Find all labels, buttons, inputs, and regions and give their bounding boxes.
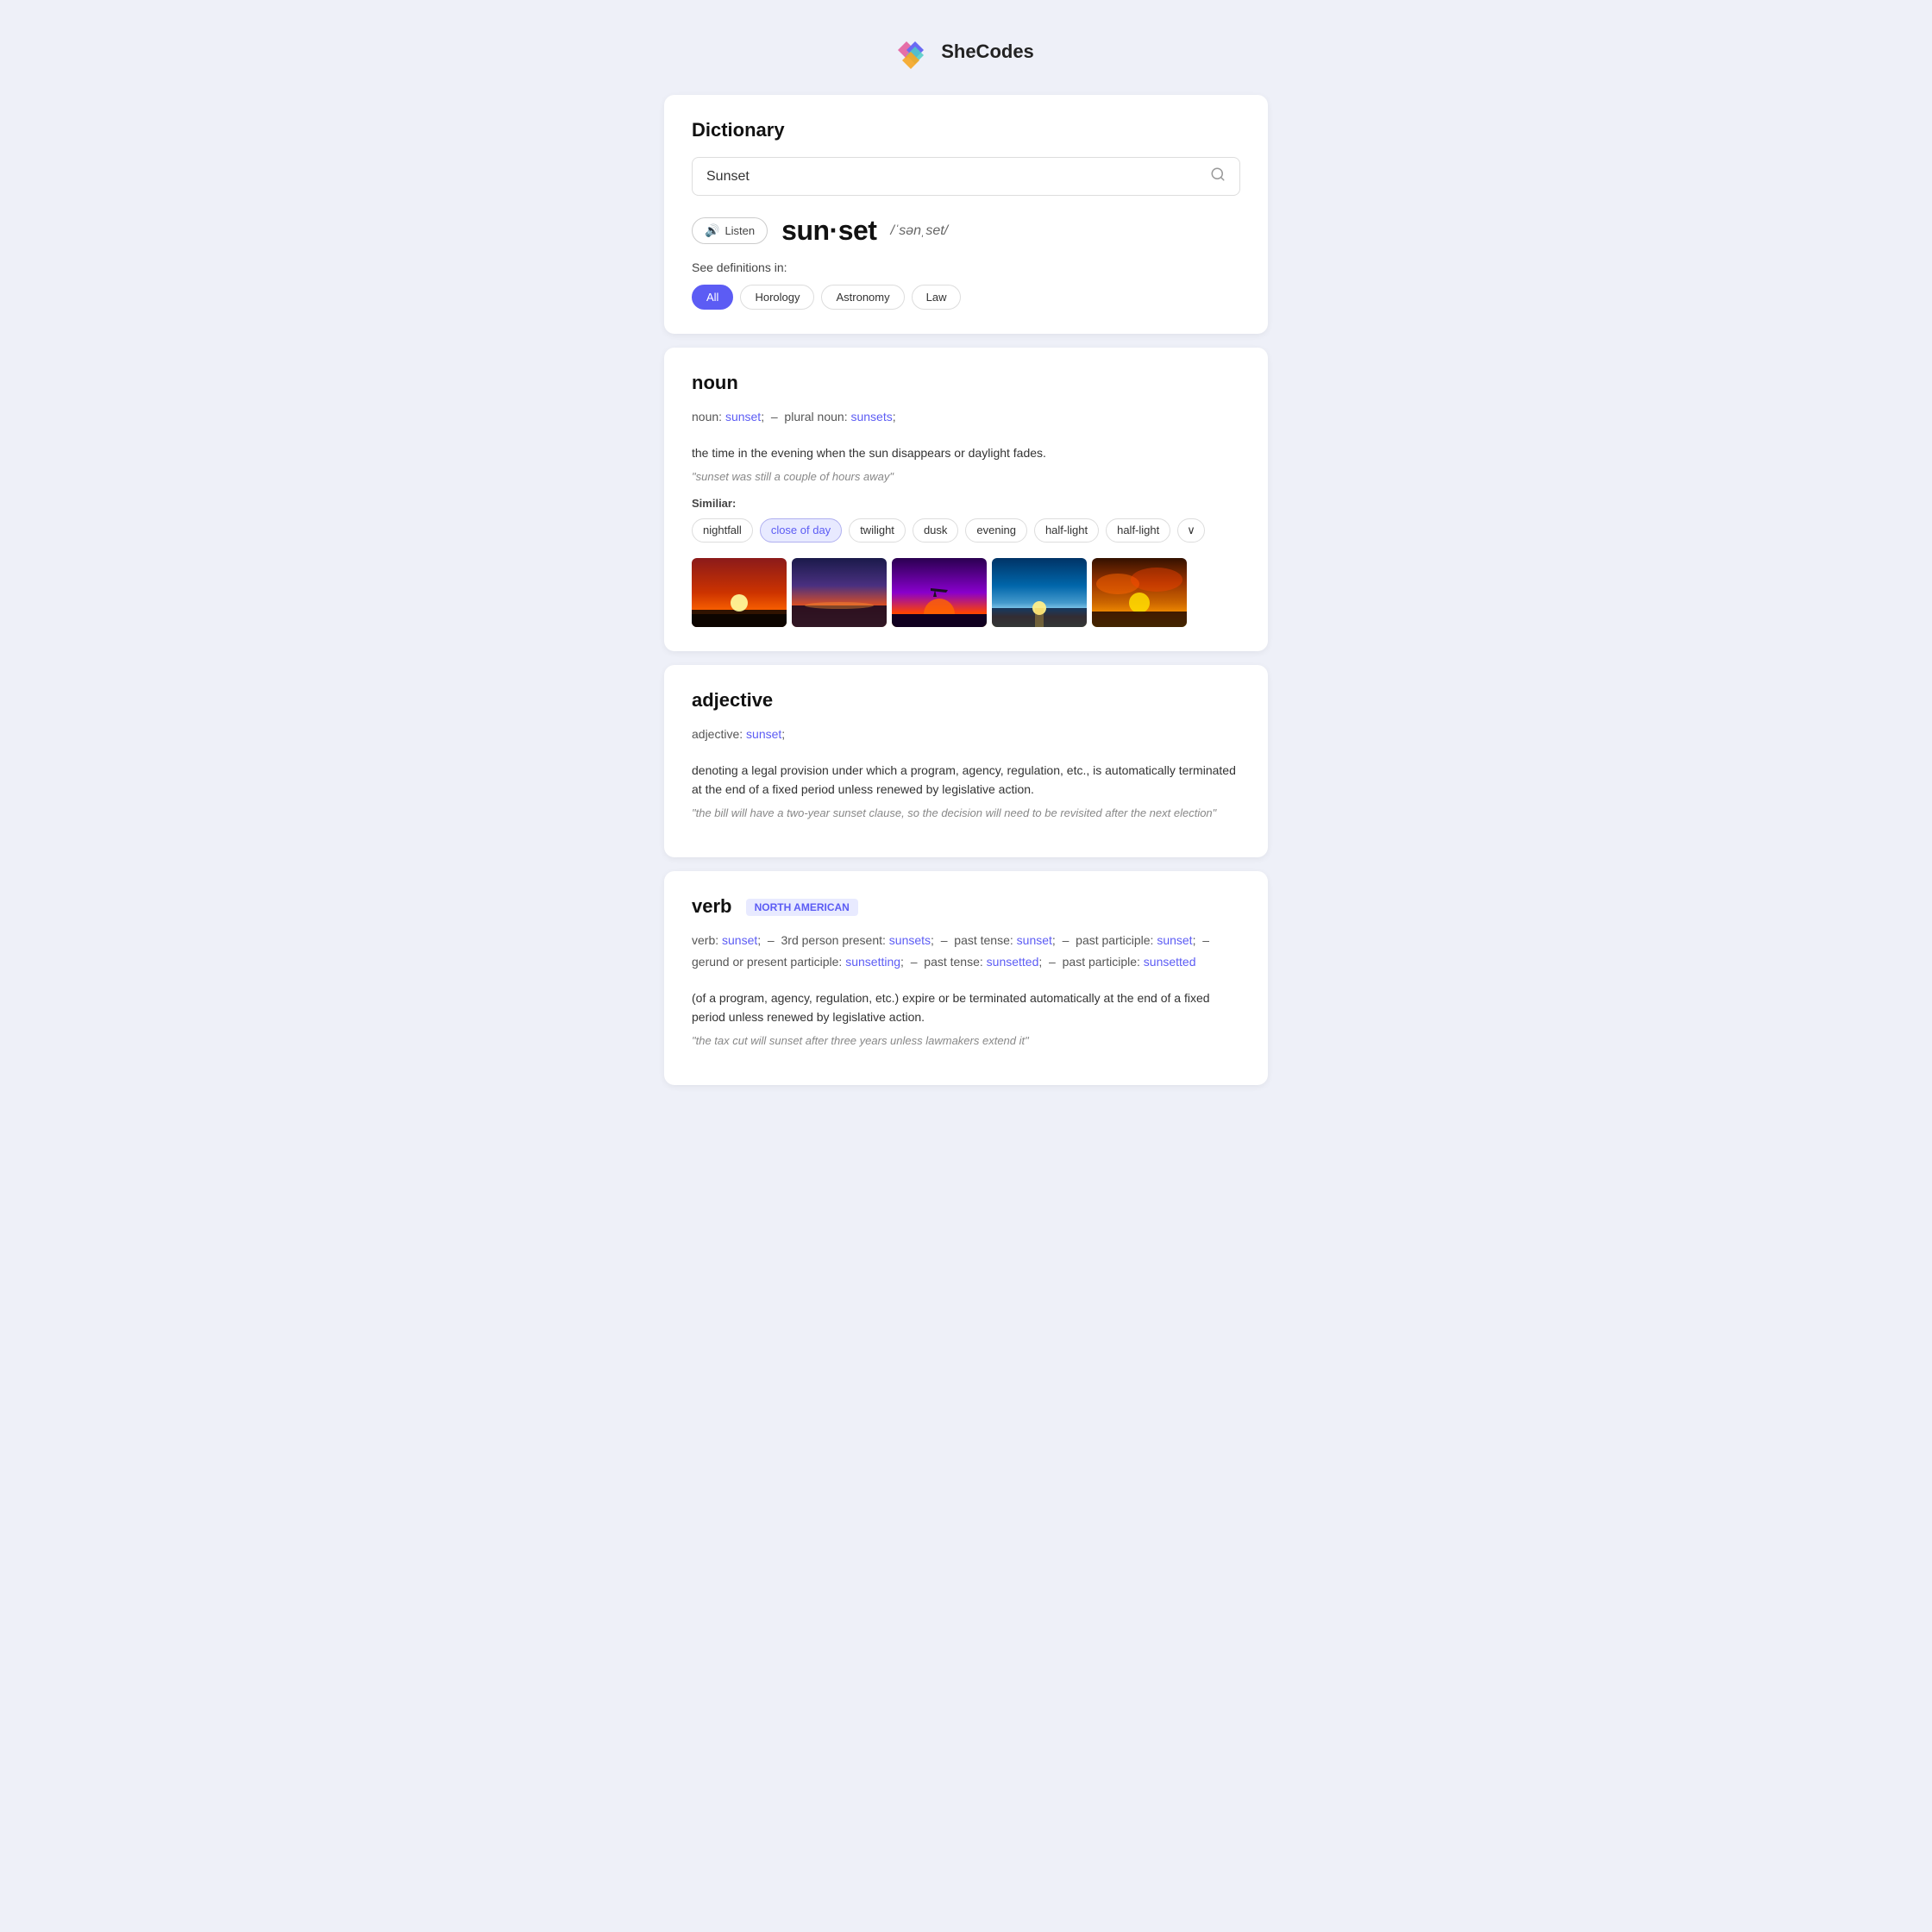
- see-definitions-label: See definitions in:: [692, 260, 1240, 274]
- search-button[interactable]: [1210, 166, 1226, 186]
- tab-law[interactable]: Law: [912, 285, 962, 310]
- tag-half-light-2[interactable]: half-light: [1106, 518, 1170, 543]
- speaker-icon: 🔊: [705, 223, 719, 238]
- tag-dusk[interactable]: dusk: [913, 518, 958, 543]
- pos-noun: noun: [692, 372, 1240, 394]
- word-display: sun·set: [781, 215, 876, 247]
- verb-link-sunset-pt[interactable]: sunset: [1017, 933, 1052, 947]
- logo-text: SheCodes: [941, 41, 1034, 63]
- adjective-card: adjective adjective: sunset; denoting a …: [664, 665, 1268, 857]
- word-pronunciation: /ˈsənˌset/: [890, 223, 948, 239]
- pos-verb: verb NORTH AMERICAN: [692, 895, 1240, 918]
- noun-definition: the time in the evening when the sun dis…: [692, 443, 1240, 462]
- image-gallery: [692, 558, 1240, 627]
- gallery-image-4[interactable]: [992, 558, 1087, 627]
- verb-card: verb NORTH AMERICAN verb: sunset; – 3rd …: [664, 871, 1268, 1085]
- noun-link-sunset[interactable]: sunset: [725, 410, 761, 423]
- gallery-image-1[interactable]: [692, 558, 787, 627]
- verb-definition: (of a program, agency, regulation, etc.)…: [692, 988, 1240, 1027]
- verb-link-sunsetting[interactable]: sunsetting: [845, 955, 900, 969]
- verb-link-sunset[interactable]: sunset: [722, 933, 757, 947]
- noun-card: noun noun: sunset; – plural noun: sunset…: [664, 348, 1268, 651]
- category-tabs: All Horology Astronomy Law: [692, 285, 1240, 310]
- dictionary-title: Dictionary: [692, 119, 1240, 141]
- gallery-image-3[interactable]: [892, 558, 987, 627]
- dictionary-card: Dictionary 🔊 Listen sun·set /ˈsənˌset/ S…: [664, 95, 1268, 334]
- adjective-example: "the bill will have a two-year sunset cl…: [692, 806, 1240, 819]
- tag-half-light-1[interactable]: half-light: [1034, 518, 1099, 543]
- verb-link-sunsetted-pp[interactable]: sunsetted: [1144, 955, 1196, 969]
- tab-astronomy[interactable]: Astronomy: [821, 285, 904, 310]
- search-input[interactable]: [706, 169, 1210, 185]
- gallery-image-5[interactable]: [1092, 558, 1187, 627]
- pos-adjective: adjective: [692, 689, 1240, 712]
- tab-horology[interactable]: Horology: [740, 285, 814, 310]
- noun-link-sunsets[interactable]: sunsets: [850, 410, 892, 423]
- search-box: [692, 157, 1240, 196]
- adjective-definition: denoting a legal provision under which a…: [692, 761, 1240, 800]
- tag-twilight[interactable]: twilight: [849, 518, 906, 543]
- tab-all[interactable]: All: [692, 285, 733, 310]
- north-american-badge: NORTH AMERICAN: [746, 899, 858, 916]
- similar-tags: nightfall close of day twilight dusk eve…: [692, 518, 1240, 543]
- tag-more[interactable]: ∨: [1177, 518, 1205, 543]
- adj-link-sunset[interactable]: sunset: [746, 727, 781, 741]
- verb-link-sunsetted-pt[interactable]: sunsetted: [987, 955, 1039, 969]
- word-header-row: 🔊 Listen sun·set /ˈsənˌset/: [692, 215, 1240, 247]
- logo-icon: [898, 34, 932, 69]
- verb-link-sunset-pp[interactable]: sunset: [1157, 933, 1192, 947]
- tag-nightfall[interactable]: nightfall: [692, 518, 753, 543]
- verb-forms: verb: sunset; – 3rd person present: suns…: [692, 930, 1240, 973]
- tag-evening[interactable]: evening: [965, 518, 1027, 543]
- gallery-image-2[interactable]: [792, 558, 887, 627]
- verb-link-sunsets[interactable]: sunsets: [889, 933, 931, 947]
- site-header: SheCodes: [664, 34, 1268, 69]
- noun-forms: noun: sunset; – plural noun: sunsets;: [692, 406, 1240, 428]
- noun-example: "sunset was still a couple of hours away…: [692, 470, 1240, 483]
- listen-button[interactable]: 🔊 Listen: [692, 217, 768, 244]
- tag-close-of-day[interactable]: close of day: [760, 518, 842, 543]
- adjective-forms: adjective: sunset;: [692, 724, 1240, 745]
- verb-example: "the tax cut will sunset after three yea…: [692, 1034, 1240, 1047]
- similar-label: Similiar:: [692, 497, 1240, 510]
